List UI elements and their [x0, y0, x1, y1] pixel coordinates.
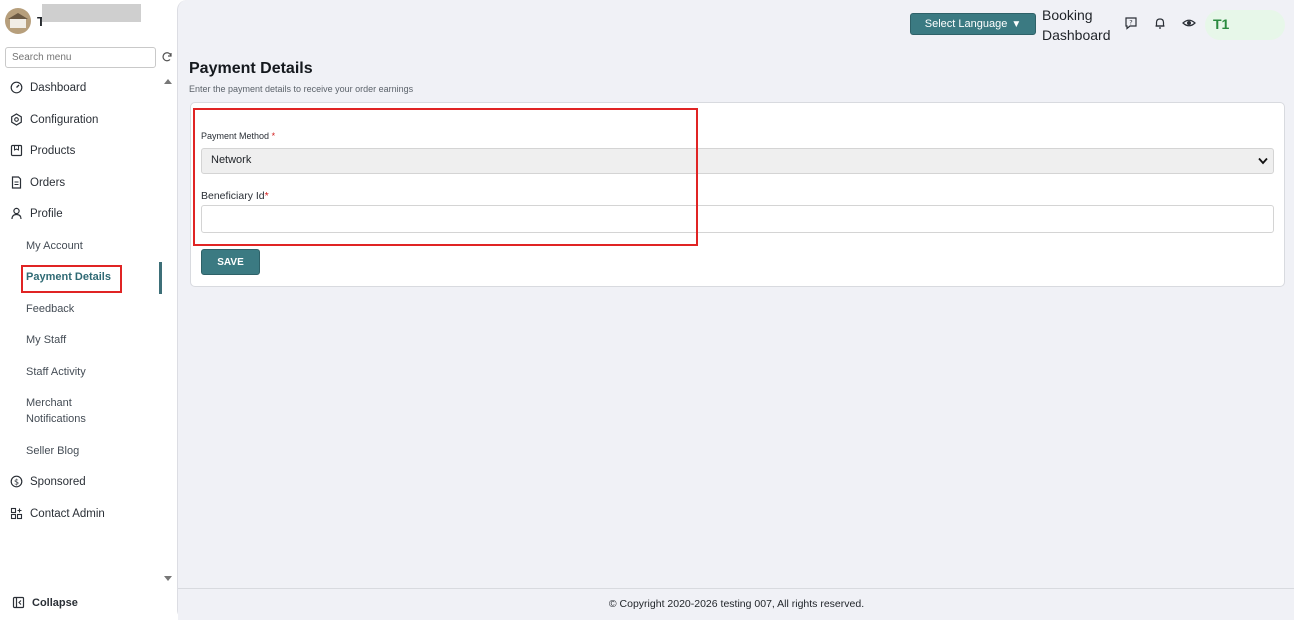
sidebar-item-contact-admin[interactable]: Contact Admin: [10, 507, 105, 520]
sidebar-subitem-feedback[interactable]: Feedback: [26, 301, 74, 317]
sidebar-item-label: Contact Admin: [30, 507, 105, 520]
collapse-label: Collapse: [32, 596, 78, 609]
sidebar-item-label: Dashboard: [30, 81, 87, 94]
dashboard-gauge-icon: [10, 81, 23, 94]
redacted-brand-name: [42, 4, 141, 22]
main-content: Select Language ▼ Booking Dashboard ? T1…: [177, 0, 1294, 620]
chat-help-icon[interactable]: ?: [1124, 16, 1138, 30]
sidebar-subitem-my-staff[interactable]: My Staff: [26, 332, 66, 348]
sidebar-subitem-merchant-notifications[interactable]: Merchant Notifications: [26, 395, 106, 427]
sidebar-item-label: Sponsored: [30, 475, 86, 488]
booking-dashboard-link[interactable]: Booking Dashboard: [1042, 5, 1122, 45]
page-subtitle: Enter the payment details to receive you…: [189, 84, 414, 94]
svg-text:$: $: [14, 477, 19, 486]
sidebar-item-label: Profile: [30, 207, 63, 220]
footer-copyright: © Copyright 2020-2026 testing 007, All r…: [178, 588, 1294, 620]
contact-grid-icon: [10, 507, 23, 520]
scroll-down-arrow[interactable]: [164, 576, 172, 581]
sidebar-item-profile[interactable]: Profile: [10, 207, 63, 220]
svg-text:?: ?: [1129, 19, 1132, 27]
sidebar-item-dashboard[interactable]: Dashboard: [10, 81, 86, 94]
sponsored-badge-icon: $: [10, 475, 23, 488]
scroll-up-arrow[interactable]: [164, 79, 172, 84]
orders-doc-icon: [10, 176, 23, 189]
user-initials-badge[interactable]: T1: [1205, 10, 1285, 40]
save-button[interactable]: SAVE: [201, 249, 260, 275]
language-button-label: Select Language: [924, 18, 1008, 30]
profile-user-icon: [10, 207, 23, 220]
sidebar-item-label: Orders: [30, 176, 66, 189]
sidebar-item-label: Configuration: [30, 113, 99, 126]
config-hex-icon: [10, 113, 23, 126]
avatar: [5, 8, 31, 34]
select-language-button[interactable]: Select Language ▼: [910, 13, 1036, 35]
collapse-sidebar-icon: [12, 596, 25, 609]
sidebar-item-products[interactable]: Products: [10, 144, 75, 157]
products-box-icon: [10, 144, 23, 157]
eye-preview-icon[interactable]: [1182, 16, 1196, 30]
notification-bell-icon[interactable]: [1153, 16, 1167, 30]
search-menu-input[interactable]: [5, 47, 156, 68]
caret-down-icon: ▼: [1011, 18, 1022, 30]
sidebar: T Dashboard Configuration Products: [0, 0, 177, 620]
sidebar-item-sponsored[interactable]: $ Sponsored: [10, 475, 86, 488]
sidebar-subitem-staff-activity[interactable]: Staff Activity: [26, 364, 86, 380]
refresh-icon[interactable]: [161, 51, 173, 63]
sidebar-item-configuration[interactable]: Configuration: [10, 113, 98, 126]
active-item-highlight: [21, 265, 122, 293]
collapse-button[interactable]: Collapse: [12, 596, 78, 609]
sidebar-item-orders[interactable]: Orders: [10, 176, 65, 189]
brand[interactable]: T: [5, 8, 45, 34]
app-root: T Dashboard Configuration Products: [0, 0, 1294, 620]
page-title: Payment Details: [189, 60, 313, 77]
sidebar-item-label: Products: [30, 144, 76, 157]
chevron-down-icon: [1258, 157, 1268, 165]
sidebar-subitem-my-account[interactable]: My Account: [26, 238, 83, 254]
sidebar-subitem-seller-blog[interactable]: Seller Blog: [26, 443, 79, 459]
scrollbar-thumb[interactable]: [159, 262, 162, 294]
form-highlight-box: [193, 108, 698, 246]
